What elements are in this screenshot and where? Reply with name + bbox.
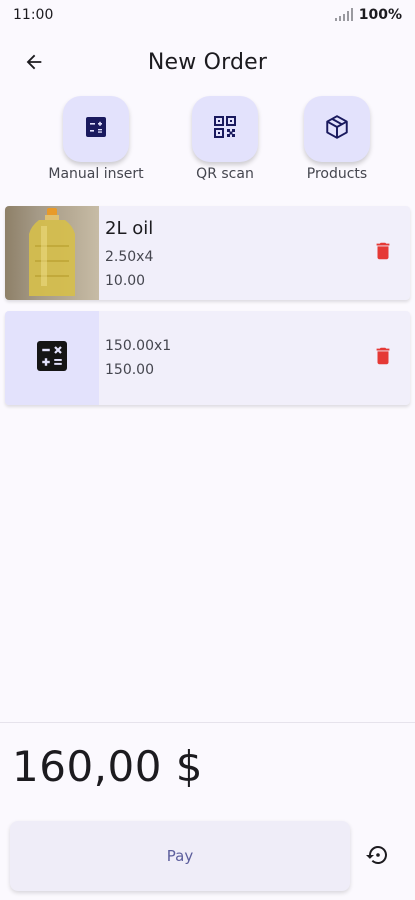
manual-insert-button[interactable] — [63, 96, 129, 162]
item-total: 150.00 — [105, 362, 154, 378]
oil-bottle-photo — [5, 206, 99, 300]
qr-code-icon — [213, 115, 237, 143]
item-thumbnail — [5, 311, 99, 405]
footer-divider — [0, 722, 415, 723]
delete-item-button[interactable] — [370, 240, 396, 266]
status-time: 11:00 — [13, 7, 54, 23]
trash-icon — [372, 240, 394, 266]
order-total: 160,00 $ — [12, 742, 204, 791]
delete-item-button[interactable] — [370, 345, 396, 371]
status-indicators: 100% — [334, 7, 402, 23]
qr-scan-button[interactable] — [192, 96, 258, 162]
order-item[interactable]: 150.00x1 150.00 — [5, 311, 410, 405]
manual-insert-action[interactable]: Manual insert — [41, 96, 151, 182]
order-item[interactable]: 2L oil 2.50x4 10.00 — [5, 206, 410, 300]
status-bar: 11:00 100% — [0, 0, 415, 30]
signal-icon — [334, 8, 353, 22]
item-quantity: 2.50x4 — [105, 249, 154, 265]
pay-button[interactable]: Pay — [10, 821, 350, 891]
trash-icon — [372, 345, 394, 371]
package-icon — [324, 114, 350, 144]
item-quantity: 150.00x1 — [105, 338, 172, 354]
history-button[interactable] — [362, 842, 392, 872]
products-button[interactable] — [304, 96, 370, 162]
products-label: Products — [306, 166, 368, 182]
qr-scan-label: QR scan — [196, 166, 254, 182]
history-icon — [365, 843, 389, 871]
calculator-icon — [34, 338, 70, 378]
app-bar: New Order — [0, 40, 415, 88]
qr-scan-action[interactable]: QR scan — [170, 96, 280, 182]
page-title: New Order — [147, 50, 268, 75]
item-name: 2L oil — [105, 218, 154, 239]
battery-percent: 100% — [358, 7, 402, 23]
products-action[interactable]: Products — [282, 96, 392, 182]
calculator-icon — [84, 115, 108, 143]
action-bar: Manual insert QR scan Products — [0, 96, 415, 186]
item-total: 10.00 — [105, 273, 146, 289]
manual-insert-label: Manual insert — [48, 166, 144, 182]
